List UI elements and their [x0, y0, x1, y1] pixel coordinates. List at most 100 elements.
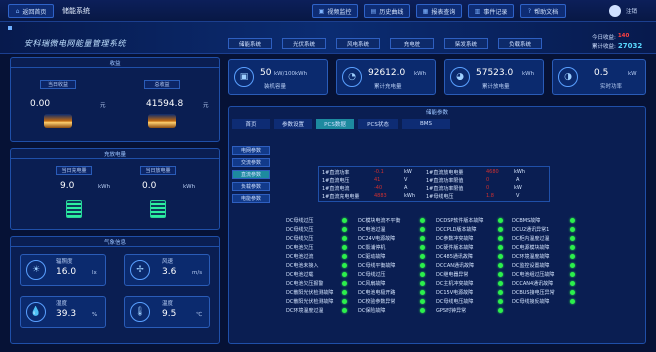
tab-storage-system[interactable]: 储能系统 [228, 38, 272, 49]
bus-voltage-value: 1.8 [486, 193, 494, 199]
status-indicator [420, 272, 425, 277]
side-energy-params[interactable]: 电能参数 [232, 194, 270, 203]
status-indicator [498, 272, 503, 277]
thermometer-icon: 🌡 [130, 302, 150, 322]
status-indicator [342, 281, 347, 286]
user-avatar[interactable] [609, 5, 621, 17]
total-revenue-tag: 总收益 [144, 80, 180, 89]
status-indicator [570, 254, 575, 259]
back-home-button[interactable]: ⌂ 返回首页 [8, 4, 54, 18]
system-title: 安科瑞微电网能量管理系统 [24, 39, 126, 48]
tab-param-settings[interactable]: 参数设置 [274, 119, 312, 129]
side-load-params[interactable]: 负载参数 [232, 182, 270, 191]
status-indicator [498, 263, 503, 268]
dc-power-limit-kw-value: 0 [486, 185, 490, 191]
status-indicator [420, 281, 425, 286]
dc-voltage-value: 41 [374, 177, 381, 183]
status-indicator [570, 236, 575, 241]
capacity-icon: ▣ [234, 67, 254, 87]
total-revenue-value: 27032 [617, 42, 643, 50]
status-indicator [570, 299, 575, 304]
side-ac-params[interactable]: 交流参数 [232, 158, 270, 167]
home-icon: ⌂ [15, 7, 20, 15]
status-indicator [498, 227, 503, 232]
side-grid-params[interactable]: 电网参数 [232, 146, 270, 155]
total-revenue: 累计收益: 27032 [592, 42, 643, 50]
status-indicator [570, 218, 575, 223]
revenue-panel-title: 收益 [11, 58, 219, 68]
nav-video-monitor-button[interactable]: ▣ 视频监控 [312, 4, 358, 18]
power-gauge-icon: ◑ [558, 67, 578, 87]
wind-speed-value: 3.6 [162, 267, 177, 277]
discharge-gauge-icon: ◕ [450, 67, 470, 87]
status-indicator [570, 227, 575, 232]
status-indicator [342, 245, 347, 250]
chart-icon: ▤ [370, 7, 377, 15]
status-indicator [570, 245, 575, 250]
status-indicator [498, 299, 503, 304]
status-indicator [570, 290, 575, 295]
total-discharge-value: 57523.0 [476, 68, 514, 78]
sun-icon: ☀ [26, 260, 46, 280]
status-indicator [570, 263, 575, 268]
status-indicator [420, 218, 425, 223]
event-icon: ▥ [474, 7, 481, 15]
status-indicator [420, 227, 425, 232]
status-indicator [498, 281, 503, 286]
status-indicator [342, 236, 347, 241]
today-charge-amount: 9.0 [60, 181, 75, 191]
today-discharge-tag: 当日放电量 [140, 166, 176, 175]
today-revenue-unit: 元 [100, 103, 106, 109]
today-charge-tag: 当日充电量 [56, 166, 92, 175]
status-indicator [342, 227, 347, 232]
status-indicator [570, 281, 575, 286]
humidity-value: 39.3 [56, 309, 77, 319]
status-indicator [342, 263, 347, 268]
tab-bms[interactable]: BMS [402, 119, 450, 129]
fan-icon: ✢ [130, 260, 150, 280]
video-icon: ▣ [318, 7, 325, 15]
status-indicator [342, 218, 347, 223]
nav-report-query-button[interactable]: ▦ 报表查询 [416, 4, 462, 18]
total-revenue-unit: 元 [203, 103, 209, 109]
tab-load-system[interactable]: 负载系统 [498, 38, 542, 49]
revenue-glow-icon [44, 114, 72, 128]
dc-power-limit-a-value: 0 [486, 177, 490, 183]
side-dc-params[interactable]: 直流参数 [232, 170, 270, 179]
today-discharge-amount: 0.0 [142, 181, 157, 191]
status-indicator [498, 254, 503, 259]
status-indicator [420, 290, 425, 295]
params-panel-title: 储能参数 [425, 110, 448, 116]
nav-help-doc-button[interactable]: ? 帮助文档 [520, 4, 566, 18]
status-indicator [342, 254, 347, 259]
status-indicator [498, 308, 503, 313]
temperature-value: 9.5 [162, 309, 177, 319]
dc-power-value: -0.1 [374, 169, 384, 175]
status-indicator [420, 308, 425, 313]
today-revenue-tag: 当日收益 [40, 80, 76, 89]
status-indicator [498, 290, 503, 295]
status-indicator [342, 290, 347, 295]
status-indicator [420, 236, 425, 241]
charge-gauge-icon: ◔ [342, 67, 362, 87]
status-indicator [342, 272, 347, 277]
status-indicator [570, 272, 575, 277]
total-revenue-glow-icon [148, 114, 176, 128]
tab-home[interactable]: 首页 [232, 119, 270, 129]
nav-history-curve-button[interactable]: ▤ 历史曲线 [364, 4, 410, 18]
app-title: 储能系统 [62, 7, 90, 15]
logout-link[interactable]: 注销 [626, 7, 637, 15]
tab-charging-pile[interactable]: 充电桩 [390, 38, 434, 49]
status-indicator [342, 299, 347, 304]
tab-pcs-data[interactable]: PCS数据 [316, 119, 354, 129]
weather-panel-title: 气象信息 [11, 237, 219, 247]
tab-pv-system[interactable]: 光伏系统 [282, 38, 326, 49]
status-indicator [420, 245, 425, 250]
tab-pcs-status[interactable]: PCS状态 [358, 119, 398, 129]
droplet-icon: 💧 [26, 302, 46, 322]
nav-event-log-button[interactable]: ▥ 事件记录 [468, 4, 514, 18]
tab-diesel-system[interactable]: 柴发系统 [444, 38, 488, 49]
today-revenue-value: 140 [617, 33, 630, 39]
status-indicator [498, 245, 503, 250]
tab-wind-system[interactable]: 风电系统 [336, 38, 380, 49]
